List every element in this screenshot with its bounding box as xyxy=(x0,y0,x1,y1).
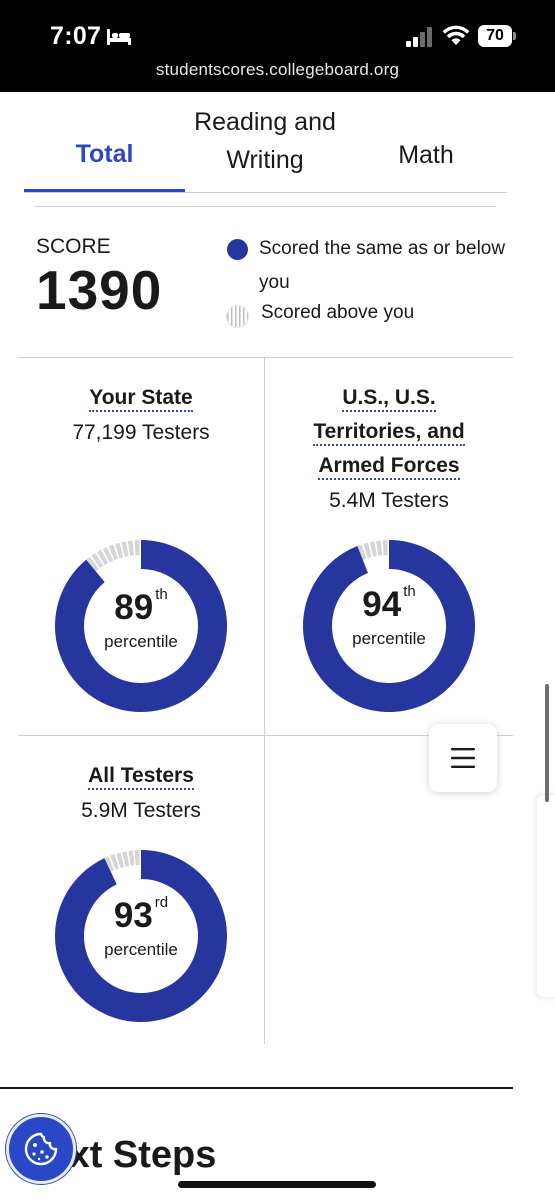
donut-above-segment xyxy=(357,540,388,560)
group-all-testers-testers: 5.9M Testers xyxy=(81,799,201,822)
donut-above-stripe xyxy=(128,850,135,866)
percentile-value: 94th xyxy=(303,583,475,625)
tab-total[interactable]: Total xyxy=(24,140,185,169)
legend-same-or-below-text: Scored the same as or below you xyxy=(259,238,506,293)
donut-all-testers-label: 93rd percentile xyxy=(55,894,227,960)
battery-nub xyxy=(513,32,516,40)
bed-icon xyxy=(107,29,131,45)
section-rule xyxy=(0,1087,513,1089)
tab-math[interactable]: Math xyxy=(346,141,506,170)
group-us-testers: 5.4M Testers xyxy=(329,489,449,512)
donut-above-segment xyxy=(86,540,140,572)
donut-above-stripe xyxy=(134,540,140,556)
group-us-name-line1[interactable]: U.S., U.S. xyxy=(342,386,436,412)
legend-above-icon xyxy=(226,305,249,328)
donut-above-stripe xyxy=(382,540,388,556)
percentile-label: percentile xyxy=(104,940,178,959)
group-your-state-name[interactable]: Your State xyxy=(89,386,193,412)
home-indicator[interactable] xyxy=(178,1181,376,1188)
donut-above-stripe xyxy=(134,850,140,866)
percentile-suffix: rd xyxy=(154,894,169,911)
group-all-testers-name[interactable]: All Testers xyxy=(88,764,194,790)
tab-reading-writing-line1: Reading and xyxy=(194,108,336,136)
scrollbar[interactable] xyxy=(545,684,549,802)
percentile-value: 89th xyxy=(55,586,227,628)
clock-time: 7:07 xyxy=(50,22,102,50)
group-us-name-line3[interactable]: Armed Forces xyxy=(318,454,460,480)
battery-level: 70 xyxy=(478,25,512,47)
wifi-icon xyxy=(442,25,470,45)
signal-icon xyxy=(406,27,432,47)
section-divider xyxy=(34,206,496,207)
side-panel-tab[interactable] xyxy=(537,795,555,997)
group-all-testers-title[interactable]: All Testers xyxy=(18,759,264,793)
donut-your-state-label: 89th percentile xyxy=(55,586,227,652)
url-bar[interactable]: studentscores.collegeboard.org xyxy=(0,60,555,80)
grid-divider-top xyxy=(18,357,513,358)
percentile-number: 89 xyxy=(114,588,154,627)
group-your-state-testers: 77,199 Testers xyxy=(72,421,210,444)
score-label: SCORE xyxy=(36,235,111,258)
donut-above-stripe xyxy=(376,540,383,556)
menu-icon xyxy=(451,748,475,768)
percentile-label: percentile xyxy=(352,629,426,648)
percentile-number: 93 xyxy=(113,896,153,935)
score-value: 1390 xyxy=(36,259,163,321)
tab-divider xyxy=(24,192,507,193)
legend-above-text: Scored above you xyxy=(261,302,415,323)
battery-icon: 70 xyxy=(478,25,516,47)
group-your-state-title[interactable]: Your State xyxy=(18,381,264,415)
cookie-icon xyxy=(24,1132,58,1166)
cookie-settings-button[interactable] xyxy=(6,1114,76,1184)
donut-us-label: 94th percentile xyxy=(303,583,475,649)
tab-reading-writing[interactable]: Reading and Writing xyxy=(185,103,345,179)
legend-same-or-below-icon xyxy=(227,239,248,260)
percentile-number: 94 xyxy=(362,585,402,624)
percentile-suffix: th xyxy=(403,583,416,600)
donut-above-stripe xyxy=(127,540,135,556)
group-us-name-line2[interactable]: Territories, and xyxy=(313,420,465,446)
group-us-title[interactable]: U.S., U.S. Territories, and Armed Forces xyxy=(265,381,513,483)
tab-reading-writing-line2: Writing xyxy=(226,146,304,174)
menu-button[interactable] xyxy=(429,724,497,792)
percentile-suffix: th xyxy=(155,586,168,603)
donut-above-segment xyxy=(104,850,140,872)
status-bar: 7:07 70 studentscores.collegeboard.org xyxy=(0,0,555,92)
percentile-value: 93rd xyxy=(55,894,227,936)
percentile-label: percentile xyxy=(104,632,178,651)
